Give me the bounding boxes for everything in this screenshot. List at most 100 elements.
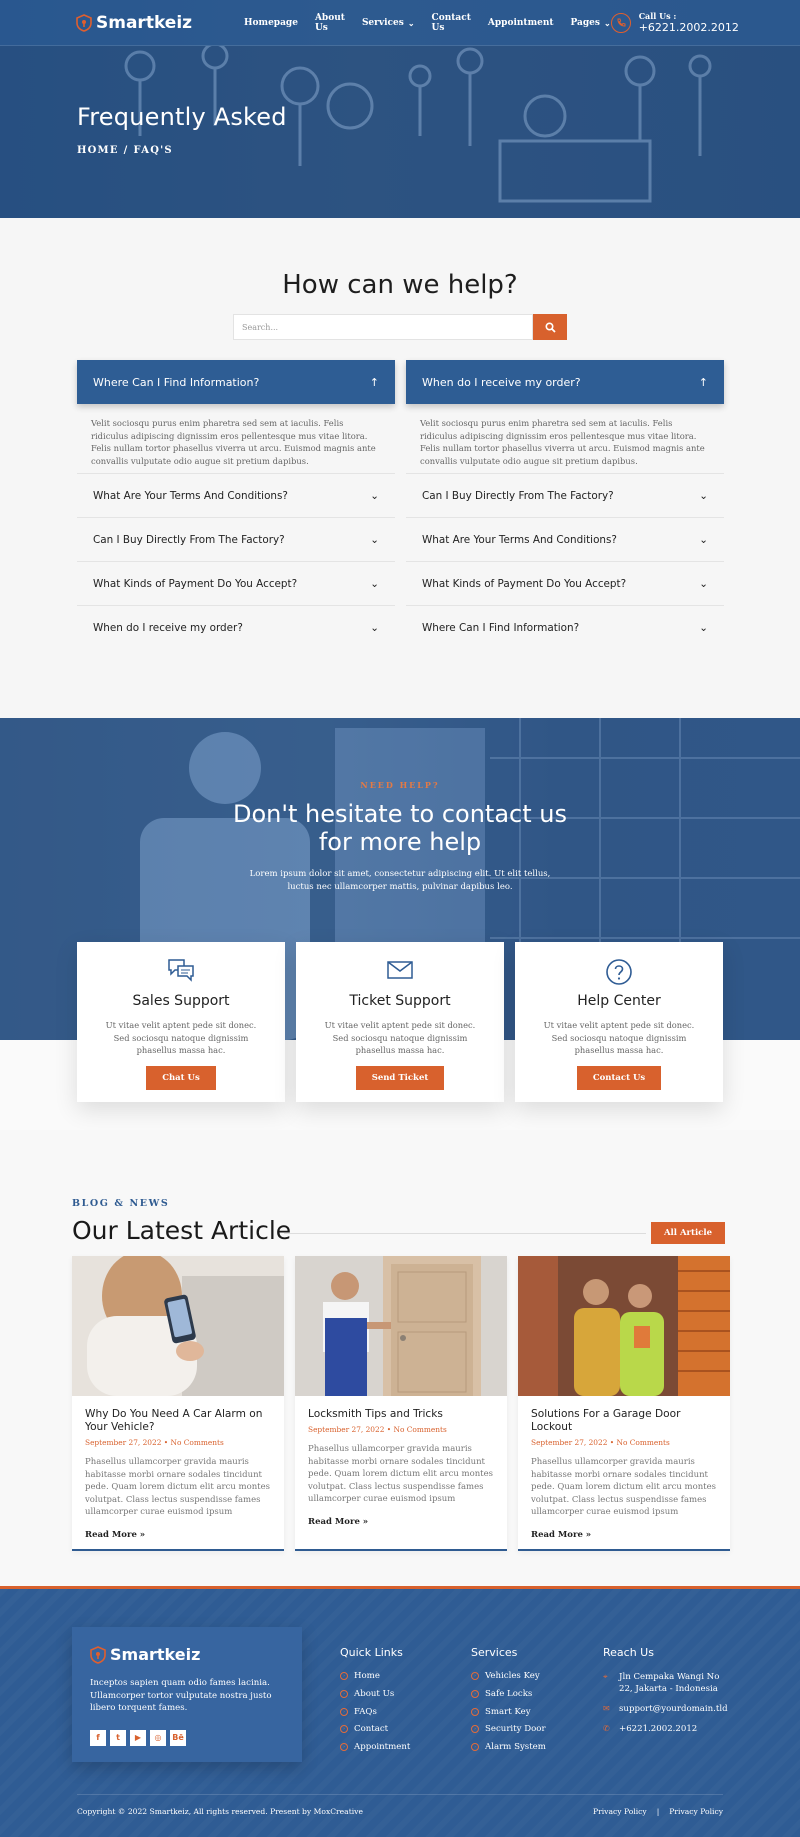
call-us-block[interactable]: Call Us : +6221.2002.2012 [610,11,739,34]
garage-door-workers-photo[interactable] [518,1256,730,1396]
card-text: Ut vitae velit aptent pede sit donec. Se… [105,1020,257,1055]
faq-question[interactable]: What Are Your Terms And Conditions? ⌄ [77,473,395,517]
contact-kicker: NEED HELP? [360,780,440,790]
car-alarm-phone-photo[interactable] [72,1256,284,1396]
footer-phone[interactable]: ✆ +6221.2002.2012 [603,1723,733,1735]
blog-post-card[interactable]: Locksmith Tips and Tricks September 27, … [295,1256,507,1551]
faq-column-left: Where Can I Find Information? ↑ Velit soc… [77,360,395,649]
faq-open-question[interactable]: Where Can I Find Information? ↑ [77,360,395,404]
faq-question[interactable]: What Kinds of Payment Do You Accept? ⌄ [406,561,724,605]
blog-section: BLOG & NEWS Our Latest Article All Artic… [0,1130,800,1586]
footer-brand-logo[interactable]: Smartkeiz [90,1645,284,1664]
nav-item-about-us[interactable]: About Us [315,13,345,33]
blog-title: Our Latest Article [72,1216,292,1245]
breadcrumb-home[interactable]: HOME [77,145,119,156]
envelope-icon [387,961,413,979]
footer-link[interactable]: › Vehicles Key [471,1671,546,1681]
chat-bubbles-icon [168,959,194,982]
breadcrumb-separator: / [123,145,129,156]
faq-question[interactable]: Can I Buy Directly From The Factory? ⌄ [406,473,724,517]
card-title: Help Center [577,993,661,1009]
location-pin-icon: ⌖ [603,1672,608,1681]
all-article-button[interactable]: All Article [650,1222,725,1244]
locksmith-door-photo[interactable] [295,1256,507,1396]
card-title: Ticket Support [349,993,451,1009]
nav-item-pages[interactable]: Pages ⌄ [571,13,611,33]
faq-open-answer: Velit sociosqu purus enim pharetra sed s… [420,418,705,466]
nav-item-homepage[interactable]: Homepage [244,13,298,33]
contact-us-button[interactable]: Contact Us [576,1066,662,1090]
footer-about-text: Inceptos sapien quam odio fames lacinia.… [90,1678,272,1713]
privacy-policy-link[interactable]: Privacy Policy [593,1807,647,1816]
brand-name: Smartkeiz [110,1645,201,1664]
behance-icon[interactable]: Bē [170,1729,186,1746]
footer-link[interactable]: › About Us [340,1689,410,1699]
chevron-right-icon: › [471,1725,479,1734]
footer-link[interactable]: › Alarm System [471,1742,546,1752]
faq-question[interactable]: Can I Buy Directly From The Factory? ⌄ [77,517,395,561]
post-excerpt: Phasellus ullamcorper gravida mauris hab… [531,1457,716,1517]
youtube-icon[interactable]: ▶ [130,1729,146,1746]
blog-post-card[interactable]: Solutions For a Garage Door Lockout Sept… [518,1256,730,1551]
search-input[interactable]: Search... [233,314,533,340]
footer-column-title: Services [471,1646,518,1659]
chevron-right-icon: › [471,1672,479,1680]
footer-link[interactable]: › FAQs [340,1707,410,1717]
brand-logo[interactable]: Smartkeiz [76,13,192,33]
breadcrumb: HOME / FAQ'S [77,145,173,156]
card-text: Ut vitae velit aptent pede sit donec. Se… [324,1020,476,1055]
search-button[interactable] [533,314,567,340]
post-meta: September 27, 2022 • No Comments [308,1425,447,1434]
footer-link[interactable]: › Home [340,1671,410,1681]
footer-link[interactable]: › Smart Key [471,1707,546,1717]
phone-icon [610,12,631,33]
faq-open-question[interactable]: When do I receive my order? ↑ [406,360,724,404]
post-title[interactable]: Locksmith Tips and Tricks [308,1408,494,1421]
post-title[interactable]: Why Do You Need A Car Alarm on Your Vehi… [85,1408,271,1434]
instagram-icon[interactable]: ◎ [150,1729,166,1746]
footer-email[interactable]: ✉ support@yourdomain.tld [603,1703,733,1715]
read-more-link[interactable]: Read More » [531,1530,717,1540]
read-more-link[interactable]: Read More » [85,1530,271,1540]
read-more-link[interactable]: Read More » [308,1517,494,1527]
nav-item-contact-us[interactable]: Contact Us [432,13,471,33]
social-links: f t ▶ ◎ Bē [90,1729,284,1746]
faq-question[interactable]: What Kinds of Payment Do You Accept? ⌄ [77,561,395,605]
shield-logo-icon [76,13,92,32]
shield-logo-icon [90,1645,106,1664]
chevron-down-icon: ⌄ [699,577,708,590]
faq-question[interactable]: When do I receive my order? ⌄ [77,605,395,649]
keys-background-image [0,46,800,218]
post-meta: September 27, 2022 • No Comments [85,1438,224,1447]
nav-item-services[interactable]: Services ⌄ [362,13,415,33]
nav-item-appointment[interactable]: Appointment [488,13,554,33]
faq-open-answer: Velit sociosqu purus enim pharetra sed s… [91,418,376,466]
privacy-policy-link[interactable]: Privacy Policy [669,1807,723,1816]
footer-link[interactable]: › Contact [340,1724,410,1734]
blog-post-card[interactable]: Why Do You Need A Car Alarm on Your Vehi… [72,1256,284,1551]
chat-us-button[interactable]: Chat Us [146,1066,216,1090]
contact-text: Lorem ipsum dolor sit amet, consectetur … [249,869,551,892]
footer-link[interactable]: › Appointment [340,1742,410,1752]
faq-question[interactable]: What Are Your Terms And Conditions? ⌄ [406,517,724,561]
footer-link[interactable]: › Security Door [471,1724,546,1734]
chevron-right-icon: › [340,1725,348,1734]
question-circle-icon [606,959,632,985]
footer-address: ⌖ Jln Cempaka Wangi No 22, Jakarta - Indo… [603,1672,720,1694]
twitter-icon[interactable]: t [110,1729,126,1746]
chevron-right-icon: › [471,1689,479,1698]
footer-quick-links: Quick Links › Home › About Us › FAQs › Conta… [340,1646,410,1760]
facebook-icon[interactable]: f [90,1729,106,1746]
footer-link[interactable]: › Safe Locks [471,1689,546,1699]
chevron-down-icon: ⌄ [699,489,708,502]
blog-posts: Why Do You Need A Car Alarm on Your Vehi… [72,1256,730,1551]
main-menu: Homepage About Us Services ⌄ Contact Us A… [244,13,611,33]
card-title: Sales Support [132,993,230,1009]
footer-legal-links: Privacy Policy | Privacy Policy [593,1807,723,1816]
chevron-down-icon: ⌄ [603,17,611,28]
faq-question[interactable]: Where Can I Find Information? ⌄ [406,605,724,649]
send-ticket-button[interactable]: Send Ticket [355,1066,445,1090]
post-title[interactable]: Solutions For a Garage Door Lockout [531,1408,717,1434]
faq-column-right: When do I receive my order? ↑ Velit socio… [406,360,724,649]
link-separator: | [656,1807,660,1816]
